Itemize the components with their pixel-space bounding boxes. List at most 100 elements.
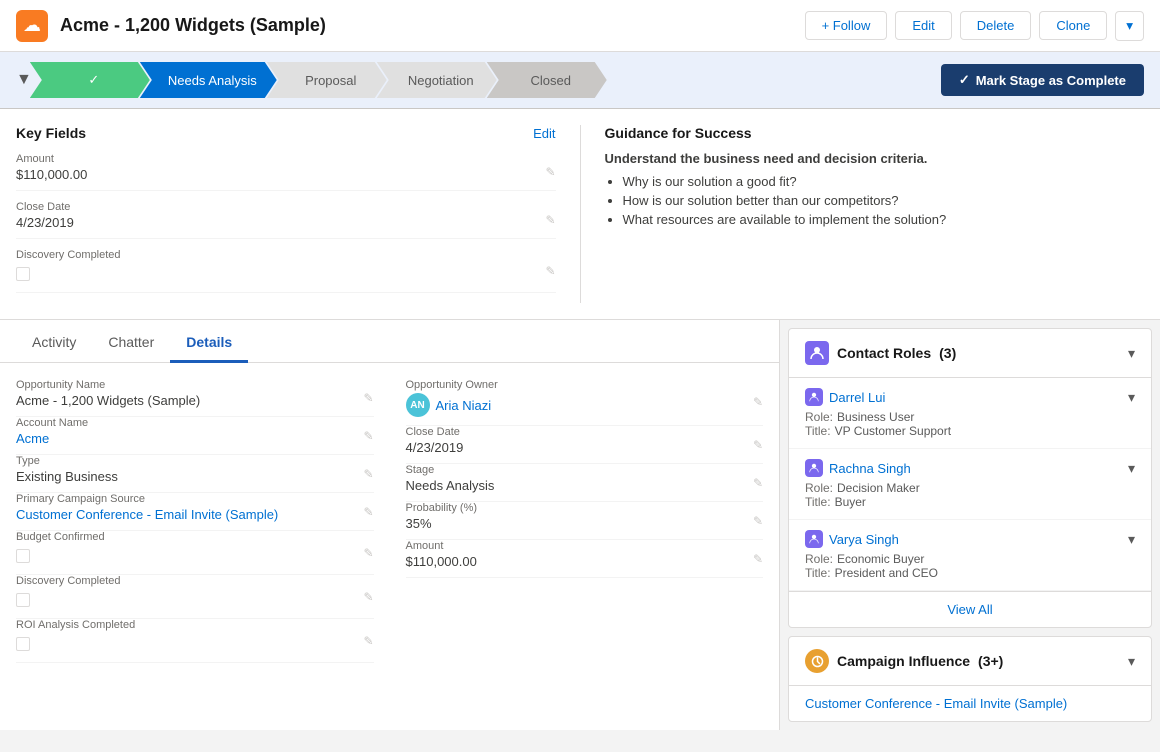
field-amount-edit-icon[interactable]: ✎ — [545, 165, 555, 179]
field-amount-value: $110,000.00 — [16, 167, 556, 182]
detail-account-name: Account Name Acme ✎ — [16, 417, 374, 455]
contact-varya-icon — [805, 530, 823, 548]
view-all-link[interactable]: View All — [789, 591, 1151, 627]
detail-amount-right-value: $110,000.00 — [406, 554, 764, 569]
budget-confirmed-checkbox[interactable] — [16, 549, 30, 563]
contact-roles-title-text: Contact Roles — [837, 345, 931, 361]
detail-stage-edit-icon[interactable]: ✎ — [753, 476, 763, 490]
stage-step-negotiation[interactable]: Negotiation — [377, 62, 497, 98]
detail-amount-right-label: Amount — [406, 540, 764, 552]
key-fields-title: Key Fields — [16, 125, 86, 141]
detail-type: Type Existing Business ✎ — [16, 455, 374, 493]
delete-button[interactable]: Delete — [960, 11, 1032, 40]
guidance-body-bold: Understand the business need and decisio… — [605, 151, 1145, 166]
detail-type-edit-icon[interactable]: ✎ — [363, 467, 373, 481]
contact-varya-chevron[interactable]: ▾ — [1128, 531, 1135, 548]
contact-rachna-name[interactable]: Rachna Singh — [805, 459, 911, 477]
campaign-influence-link-row: Customer Conference - Email Invite (Samp… — [789, 686, 1151, 721]
contact-varya-header: Varya Singh ▾ — [805, 530, 1135, 548]
stage-toggle-button[interactable]: ▼ — [16, 71, 32, 89]
detail-discovery-completed-label: Discovery Completed — [16, 575, 374, 587]
contact-rachna-header: Rachna Singh ▾ — [805, 459, 1135, 477]
details-content: Opportunity Name Acme - 1,200 Widgets (S… — [0, 363, 779, 679]
roi-checkbox[interactable] — [16, 637, 30, 651]
detail-account-edit-icon[interactable]: ✎ — [363, 429, 373, 443]
detail-owner-edit-icon[interactable]: ✎ — [753, 395, 763, 409]
field-discovery-edit-icon[interactable]: ✎ — [545, 264, 555, 278]
details-grid: Opportunity Name Acme - 1,200 Widgets (S… — [16, 379, 763, 663]
detail-probability: Probability (%) 35% ✎ — [406, 502, 764, 540]
edit-button[interactable]: Edit — [895, 11, 951, 40]
detail-close-date-right-edit-icon[interactable]: ✎ — [753, 438, 763, 452]
campaign-influence-card: Campaign Influence (3+) ▾ Customer Confe… — [788, 636, 1152, 722]
mark-stage-complete-button[interactable]: ✓ Mark Stage as Complete — [941, 64, 1144, 96]
detail-opp-owner-label: Opportunity Owner — [406, 379, 764, 391]
guidance-title: Guidance for Success — [605, 125, 1145, 141]
contact-roles-header: Contact Roles (3) ▾ — [789, 329, 1151, 378]
campaign-influence-chevron[interactable]: ▾ — [1128, 653, 1135, 670]
detail-probability-edit-icon[interactable]: ✎ — [753, 514, 763, 528]
contact-varya-name[interactable]: Varya Singh — [805, 530, 899, 548]
detail-campaign-source-value[interactable]: Customer Conference - Email Invite (Samp… — [16, 507, 374, 522]
detail-account-name-value[interactable]: Acme — [16, 431, 374, 446]
campaign-influence-count: (3+) — [978, 653, 1003, 669]
more-actions-button[interactable]: ▾ — [1115, 11, 1144, 41]
contact-varya-title: Title: President and CEO — [805, 566, 1135, 580]
tabs: Activity Chatter Details — [0, 320, 779, 363]
contact-rachna-title: Title: Buyer — [805, 495, 1135, 509]
mark-complete-icon: ✓ — [959, 72, 970, 88]
tab-activity[interactable]: Activity — [16, 320, 92, 363]
detail-probability-label: Probability (%) — [406, 502, 764, 514]
clone-button[interactable]: Clone — [1039, 11, 1107, 40]
stage-step-needs-analysis[interactable]: Needs Analysis — [140, 62, 277, 98]
detail-discovery-checkbox[interactable] — [16, 593, 30, 607]
contact-roles-chevron[interactable]: ▾ — [1128, 345, 1135, 362]
detail-close-date-right-value: 4/23/2019 — [406, 440, 764, 455]
left-panel: Activity Chatter Details Opportunity Nam… — [0, 320, 780, 730]
right-panel: Contact Roles (3) ▾ Darrel Lui ▾ — [780, 320, 1160, 730]
key-fields-edit-button[interactable]: Edit — [533, 126, 555, 141]
field-close-date-edit-icon[interactable]: ✎ — [545, 213, 555, 227]
field-close-date-value: 4/23/2019 — [16, 215, 556, 230]
stage-steps: ▼ ✓ Needs Analysis Proposal Negotiation … — [16, 62, 925, 98]
detail-amount-right-edit-icon[interactable]: ✎ — [753, 552, 763, 566]
campaign-influence-icon — [805, 649, 829, 673]
detail-probability-value: 35% — [406, 516, 764, 531]
detail-roi-label: ROI Analysis Completed — [16, 619, 374, 631]
tab-details[interactable]: Details — [170, 320, 248, 363]
stage-step-completed[interactable]: ✓ — [30, 62, 150, 98]
detail-discovery-edit-icon2[interactable]: ✎ — [363, 590, 373, 604]
detail-roi-edit-icon[interactable]: ✎ — [363, 634, 373, 648]
discovery-completed-checkbox[interactable] — [16, 267, 30, 281]
detail-type-label: Type — [16, 455, 374, 467]
detail-opportunity-name-label: Opportunity Name — [16, 379, 374, 391]
details-left-col: Opportunity Name Acme - 1,200 Widgets (S… — [16, 379, 374, 663]
field-discovery-completed-label: Discovery Completed — [16, 249, 556, 261]
page-title: Acme - 1,200 Widgets (Sample) — [60, 15, 326, 36]
contact-rachna-chevron[interactable]: ▾ — [1128, 460, 1135, 477]
guidance-section: Guidance for Success Understand the busi… — [581, 125, 1145, 303]
detail-opp-owner-value[interactable]: Aria Niazi — [436, 398, 492, 413]
follow-button[interactable]: + Follow — [805, 11, 888, 40]
guidance-bullet-1: Why is our solution a good fit? — [623, 174, 1145, 189]
stage-step-closed[interactable]: Closed — [487, 62, 607, 98]
detail-campaign-source-label: Primary Campaign Source — [16, 493, 374, 505]
field-close-date-label: Close Date — [16, 201, 556, 213]
field-amount-label: Amount — [16, 153, 556, 165]
detail-budget-edit-icon[interactable]: ✎ — [363, 546, 373, 560]
detail-roi-analysis: ROI Analysis Completed ✎ — [16, 619, 374, 663]
contact-darrel-chevron[interactable]: ▾ — [1128, 389, 1135, 406]
tab-chatter[interactable]: Chatter — [92, 320, 170, 363]
contact-roles-title: Contact Roles (3) — [805, 341, 956, 365]
contact-darrel-name[interactable]: Darrel Lui — [805, 388, 885, 406]
stage-step-proposal[interactable]: Proposal — [267, 62, 387, 98]
campaign-influence-link[interactable]: Customer Conference - Email Invite (Samp… — [805, 696, 1067, 711]
field-close-date: Close Date 4/23/2019 ✎ — [16, 201, 556, 239]
contact-roles-card: Contact Roles (3) ▾ Darrel Lui ▾ — [788, 328, 1152, 628]
header-actions: + Follow Edit Delete Clone ▾ — [805, 11, 1144, 41]
detail-opp-name-edit-icon[interactable]: ✎ — [363, 391, 373, 405]
detail-stage-label: Stage — [406, 464, 764, 476]
detail-campaign-source-edit-icon[interactable]: ✎ — [363, 505, 373, 519]
detail-budget-confirmed: Budget Confirmed ✎ — [16, 531, 374, 575]
stage-bar: ▼ ✓ Needs Analysis Proposal Negotiation … — [0, 52, 1160, 109]
